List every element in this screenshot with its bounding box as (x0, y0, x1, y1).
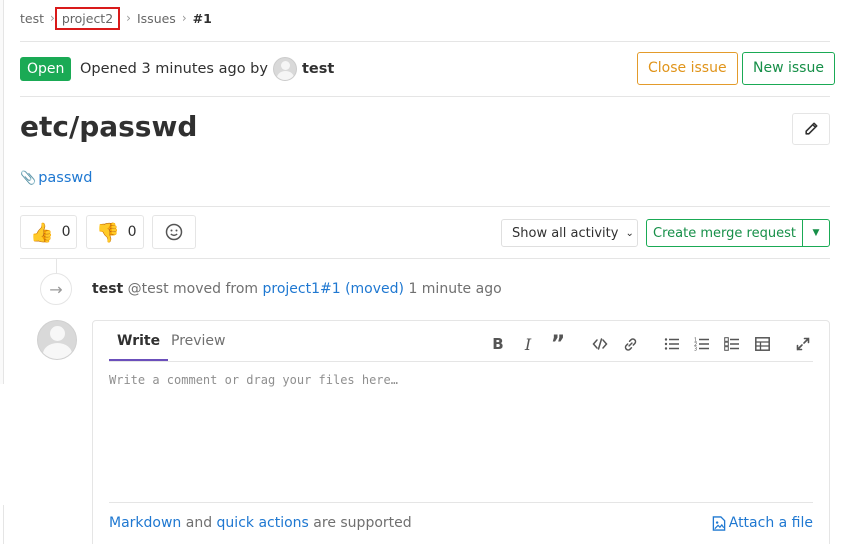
numbered-list-icon[interactable]: 123 (691, 333, 713, 355)
activity-filter-dropdown[interactable]: Show all activity ⌄ (501, 219, 638, 247)
comment-textarea[interactable] (109, 373, 814, 501)
opened-text: Opened 3 minutes ago by (80, 61, 268, 77)
thumbs-down-count: 0 (127, 224, 137, 240)
close-issue-button[interactable]: Close issue (637, 52, 738, 85)
edit-title-button[interactable] (792, 113, 830, 145)
breadcrumb-issue-number[interactable]: #1 (193, 11, 212, 26)
issue-meta: Opened 3 minutes ago by test (80, 57, 334, 81)
event-action: @test moved from (127, 281, 259, 297)
breadcrumb-project2[interactable]: project2 (54, 6, 121, 30)
add-reaction-button[interactable] (152, 215, 196, 249)
thumbs-down-icon: 👎 (96, 221, 120, 244)
thumbs-up-count: 0 (61, 224, 71, 240)
create-merge-request-button[interactable]: Create merge request (646, 219, 803, 247)
bullet-list-icon[interactable] (661, 333, 683, 355)
chevron-right-icon: › (181, 11, 187, 25)
thumbs-up-icon: 👍 (30, 221, 54, 244)
chevron-right-icon: › (126, 11, 131, 25)
left-rail (0, 0, 4, 384)
code-icon[interactable] (589, 333, 611, 355)
tab-write[interactable]: Write (109, 333, 169, 361)
author-avatar[interactable] (272, 57, 297, 81)
italic-icon[interactable]: I (517, 333, 539, 355)
divider (20, 96, 830, 97)
merge-request-dropdown-toggle[interactable]: ▼ (802, 219, 830, 247)
quick-actions-link[interactable]: quick actions (217, 515, 309, 531)
svg-text:3: 3 (694, 347, 697, 352)
author-name[interactable]: test (302, 61, 334, 77)
description-attachment[interactable]: 📎 passwd (20, 170, 92, 186)
breadcrumb-issues[interactable]: Issues (137, 11, 176, 26)
paperclip-icon: 📎 (20, 170, 37, 186)
pencil-icon (805, 122, 818, 135)
arrow-right-icon: → (40, 273, 72, 305)
event-moved-link[interactable]: project1#1 (moved) (262, 281, 404, 297)
chevron-down-icon: ⌄ (625, 227, 634, 239)
divider (20, 41, 830, 42)
current-user-avatar[interactable] (37, 320, 77, 360)
issue-title: etc/passwd (20, 110, 198, 143)
breadcrumb-test[interactable]: test (20, 11, 44, 26)
task-list-icon[interactable] (721, 333, 743, 355)
markdown-link[interactable]: Markdown (109, 515, 181, 531)
quote-icon[interactable]: ” (547, 332, 569, 357)
footer-and: and (185, 515, 213, 531)
link-icon[interactable] (619, 333, 641, 355)
image-file-icon (712, 515, 726, 531)
caret-down-icon: ▼ (812, 228, 820, 238)
divider (20, 206, 830, 207)
tab-preview[interactable]: Preview (171, 333, 226, 361)
bold-icon[interactable]: B (487, 333, 509, 355)
event-author[interactable]: test (92, 281, 123, 297)
table-icon[interactable] (751, 333, 773, 355)
event-time: 1 minute ago (408, 281, 502, 297)
attach-file-button[interactable]: Attach a file (712, 515, 813, 531)
new-issue-button[interactable]: New issue (742, 52, 835, 85)
breadcrumb: test › project2 › Issues › #1 (20, 0, 212, 36)
attach-file-label: Attach a file (728, 515, 813, 531)
footer-supported: are supported (313, 515, 412, 531)
thumbs-down-award-button[interactable]: 👎 0 (86, 215, 144, 249)
tabs-divider (109, 361, 813, 362)
divider (20, 258, 830, 259)
attachment-link[interactable]: passwd (38, 170, 92, 186)
activity-filter-label: Show all activity (512, 225, 619, 241)
left-rail-lower (0, 505, 4, 544)
footer-divider (109, 502, 813, 503)
fullscreen-icon[interactable] (792, 333, 814, 355)
thumbs-up-award-button[interactable]: 👍 0 (20, 215, 77, 249)
smiley-icon (165, 223, 183, 241)
comment-form: Write Preview B I ” 123 Markdown and qui… (92, 320, 830, 544)
status-badge: Open (20, 57, 72, 81)
system-note: test @test moved from project1#1 (moved)… (92, 281, 502, 297)
markdown-help: Markdown and quick actions are supported (109, 515, 412, 531)
